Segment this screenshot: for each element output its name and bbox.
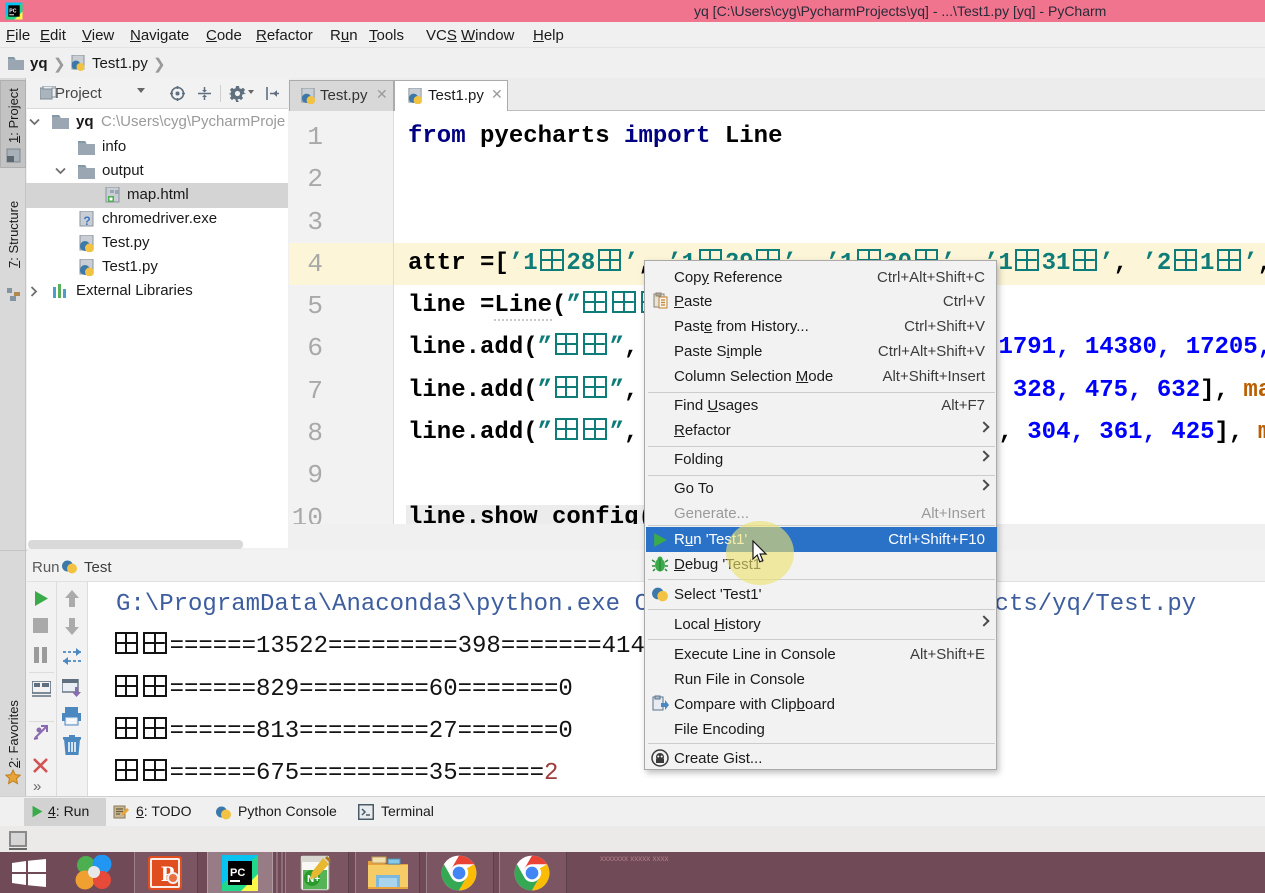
svg-text:PC: PC [230,867,245,879]
svg-text:?: ? [83,214,90,228]
svg-text:PC: PC [9,8,16,14]
